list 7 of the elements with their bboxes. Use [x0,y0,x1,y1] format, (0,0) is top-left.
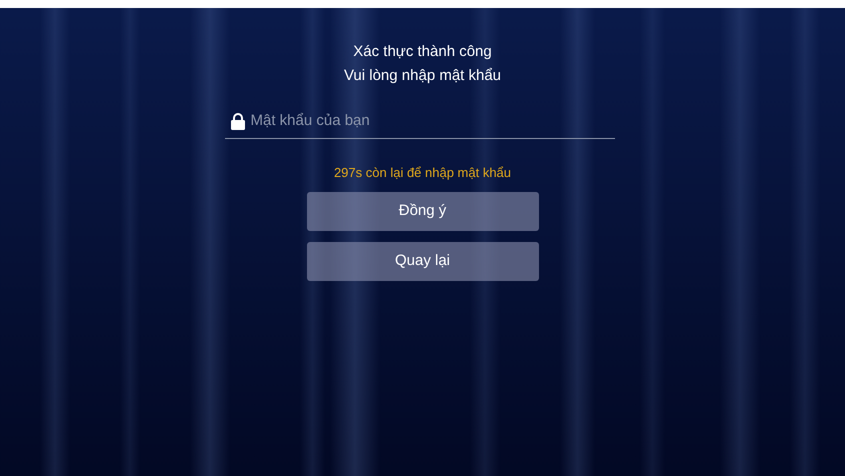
password-field[interactable]: Mật khẩu của bạn [250,110,608,132]
lock-icon [230,112,244,130]
action-button[interactable]: Quay lại [306,242,538,281]
subtitle: Vui lòng nhập mật khẩu [344,66,502,86]
action-button[interactable]: Đồng ý [306,192,538,231]
countdown-text: 297s còn lại để nhập mật khẩu [334,164,512,182]
title: Xác thực thành công [353,42,492,62]
